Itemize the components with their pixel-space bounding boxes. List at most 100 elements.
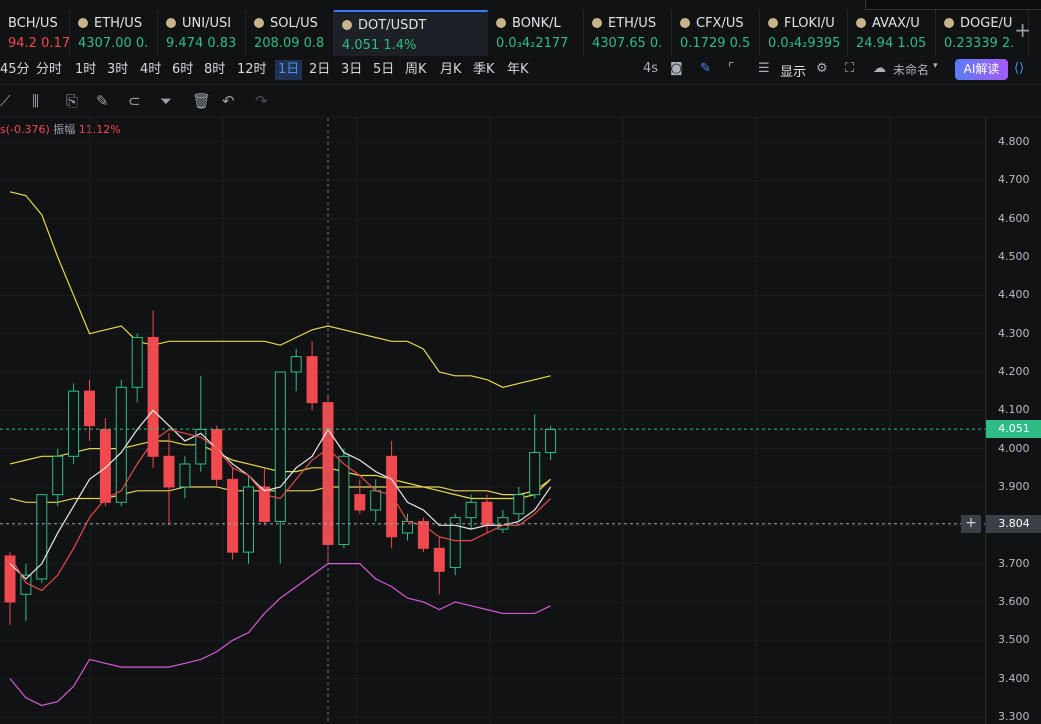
ai-analysis-button[interactable]: AI解读 — [955, 59, 1008, 80]
candle-body — [131, 336, 143, 388]
timeframe-option[interactable]: 4时 — [140, 60, 161, 80]
coin-icon — [680, 18, 690, 28]
price-tick: 4.400 — [998, 288, 1030, 302]
timeframe-toolbar: 45分 分时 1时 3时 4时 6时 8时 12时 1日 2日 3日 5日 周K 月K 季K 年K 4s ◙ … — [0, 56, 1041, 85]
timeframe-option[interactable]: 1时 — [75, 60, 96, 80]
coin-icon — [78, 18, 88, 28]
tab-quote: 4307.00 0. — [78, 36, 149, 51]
gear-icon[interactable]: ⚙ — [816, 61, 828, 76]
price-tick: 3.400 — [998, 671, 1030, 685]
select-icon[interactable]: ⌜ — [728, 61, 734, 76]
price-tick: 4.100 — [998, 403, 1030, 417]
timeframe-option[interactable]: 1日 — [275, 60, 303, 80]
candle-body — [243, 486, 254, 553]
filter-icon[interactable]: ⏷ — [160, 92, 172, 110]
tab-symbol: FLOKI/U — [784, 15, 835, 31]
tab-quote: 0.0₃4₂9395 — [768, 36, 841, 51]
candle-body — [513, 494, 525, 515]
camera-icon[interactable]: ◙ — [670, 61, 683, 76]
add-alert-button[interactable]: + — [961, 514, 981, 533]
pencil-icon[interactable]: ✎ — [700, 61, 711, 76]
coin-icon — [342, 20, 352, 30]
candle-body — [84, 390, 95, 427]
boll-lower-line — [9, 563, 551, 707]
boll-upper-line — [9, 191, 551, 388]
tab-symbol: AVAX/U — [872, 15, 920, 31]
timeframe-option[interactable]: 8时 — [204, 60, 225, 80]
candle-type-icon[interactable]: ⫼ — [32, 92, 39, 110]
draw-line-icon[interactable]: ⟋ — [0, 92, 11, 110]
price-tick: 4.200 — [998, 364, 1030, 378]
undo-icon[interactable]: ↶ — [222, 92, 235, 110]
window-edge — [865, 0, 1041, 10]
price-tick: 4.500 — [998, 249, 1030, 263]
timeframe-option[interactable]: 6时 — [172, 60, 193, 80]
price-tick: 3.500 — [998, 633, 1030, 647]
symbol-tab[interactable]: BONK/L 0.0₃4₂2177 — [488, 10, 584, 56]
menu-icon[interactable]: ☰ — [758, 61, 770, 76]
coin-icon — [592, 18, 602, 28]
timeframe-option[interactable]: 年K — [507, 60, 529, 80]
cloud-icon[interactable]: ☁ — [873, 61, 886, 76]
symbol-tab[interactable]: FLOKI/U 0.0₃4₂9395 — [760, 10, 848, 56]
last-price-tag: 4.051 — [986, 420, 1041, 439]
trash-icon[interactable]: 🗑 — [192, 92, 211, 110]
candlestick-chart[interactable] — [0, 118, 985, 724]
tab-quote: 4307.65 0. — [592, 36, 663, 51]
tab-quote: 0.1729 0.5 — [680, 36, 751, 51]
show-button[interactable]: 显示 — [780, 61, 806, 80]
chevron-down-icon[interactable]: ▾ — [933, 61, 938, 71]
refresh-interval[interactable]: 4s — [643, 61, 658, 76]
coin-icon — [856, 18, 866, 28]
symbol-tab[interactable]: DOT/USDT 4.051 1.4% — [334, 10, 488, 56]
drawing-toolbar: ⟋ ⫼ ⎘ ✎ ⊂ ⏷ 🗑 ↶ ↷ — [0, 85, 1041, 118]
coin-icon — [768, 18, 778, 28]
price-axis[interactable]: 4.800 4.700 4.600 4.500 4.400 4.300 4.200 4.100… — [985, 118, 1041, 724]
price-tick: 4.700 — [998, 173, 1030, 187]
tab-symbol: CFX/US — [696, 15, 744, 31]
timeframe-option[interactable]: 周K — [405, 60, 427, 80]
price-tick: 4.000 — [998, 441, 1030, 455]
tab-quote: 9.474 0.83 — [166, 36, 237, 51]
tab-symbol: BONK/L — [512, 15, 561, 31]
layout-name[interactable]: 未命名 — [893, 61, 929, 78]
timeframe-option[interactable]: 2日 — [309, 60, 330, 80]
symbol-tab[interactable]: ETH/US 4307.00 0. — [70, 10, 158, 56]
coin-icon — [944, 18, 954, 28]
timeframe-option[interactable]: 3日 — [341, 60, 362, 80]
timeframe-option[interactable]: 5日 — [373, 60, 394, 80]
clipboard-icon[interactable]: ⎘ — [66, 92, 78, 110]
timeframe-option[interactable]: 季K — [473, 60, 495, 80]
timeframe-option[interactable]: 3时 — [107, 60, 128, 80]
add-tab-button[interactable]: + — [1014, 18, 1031, 42]
tab-symbol: ETH/US — [608, 15, 657, 31]
fullscreen-icon[interactable]: ⛶ — [845, 61, 854, 76]
price-tick: 3.900 — [998, 479, 1030, 493]
price-tick: 4.800 — [998, 135, 1030, 148]
tab-symbol: BCH/US — [8, 15, 58, 31]
timeframe-option[interactable]: 45分 — [0, 60, 30, 80]
coin-icon — [496, 18, 506, 28]
candle-body — [227, 478, 239, 553]
symbol-tab[interactable]: ETH/US 4307.65 0. — [584, 10, 672, 56]
price-tick: 3.700 — [998, 556, 1030, 570]
candle-body — [338, 455, 350, 545]
symbol-tab[interactable]: SOL/US 208.09 0.8 — [246, 10, 334, 56]
candle-body — [290, 356, 302, 373]
price-tick: 4.600 — [998, 211, 1030, 225]
tab-quote: 24.94 1.05 — [856, 36, 927, 51]
candle-body — [529, 451, 541, 496]
symbol-tab[interactable]: BCH/US 94.2 0.17 — [0, 10, 70, 56]
timeframe-option[interactable]: 分时 — [36, 60, 62, 80]
tab-quote: 0.0₃4₂2177 — [496, 36, 569, 51]
edit-icon[interactable]: ✎ — [96, 92, 109, 110]
timeframe-option[interactable]: 12时 — [237, 60, 267, 80]
redo-icon[interactable]: ↷ — [255, 92, 268, 110]
symbol-tab[interactable]: CFX/US 0.1729 0.5 — [672, 10, 760, 56]
tab-symbol: DOGE/U — [960, 15, 1013, 31]
share-icon[interactable]: ⟨⟩ — [1014, 61, 1024, 76]
symbol-tab[interactable]: UNI/USI 9.474 0.83 — [158, 10, 246, 56]
magnet-icon[interactable]: ⊂ — [128, 92, 141, 110]
symbol-tab[interactable]: AVAX/U 24.94 1.05 — [848, 10, 936, 56]
timeframe-option[interactable]: 月K — [440, 60, 462, 80]
